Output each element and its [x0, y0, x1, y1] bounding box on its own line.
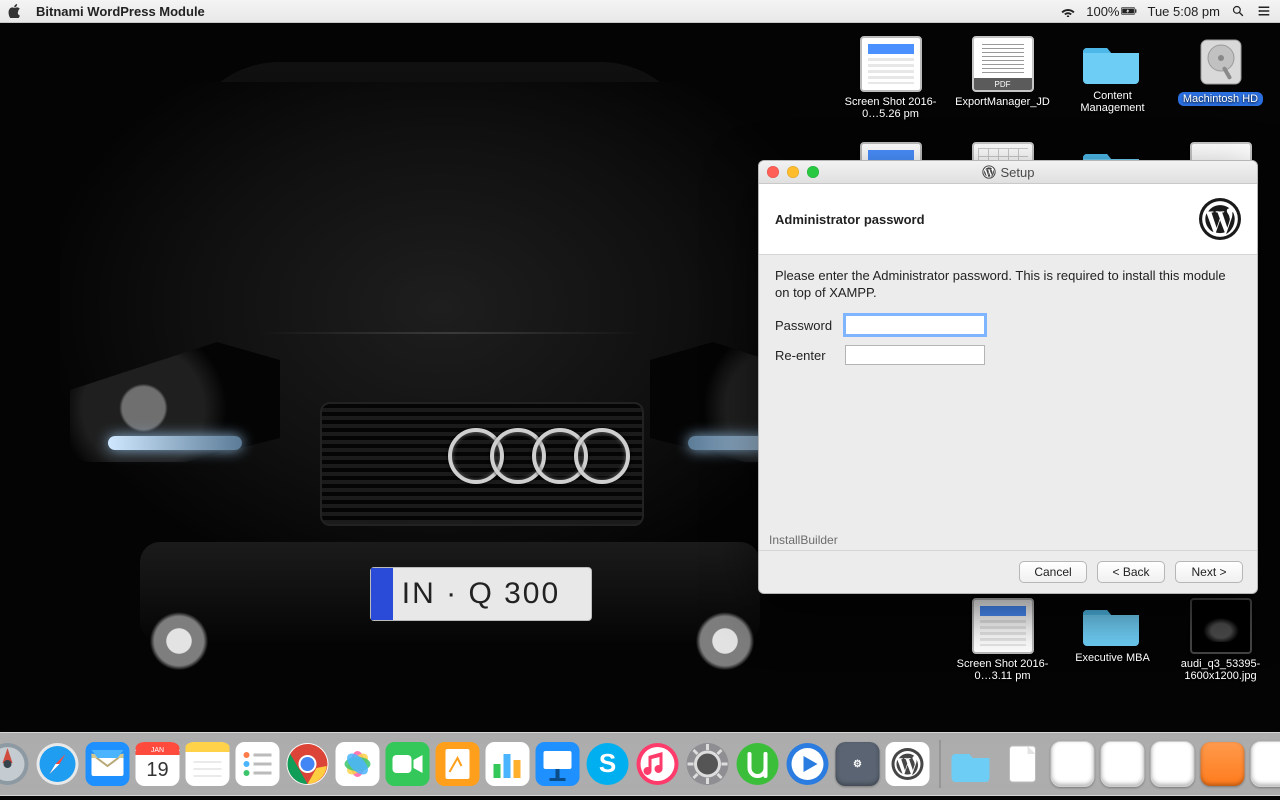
dock-settings-icon[interactable] [686, 742, 730, 786]
dock-minimized-window-1[interactable] [1051, 742, 1095, 786]
dock-skype-icon[interactable]: S [586, 742, 630, 786]
battery-percent-label: 100% [1086, 4, 1119, 19]
reenter-password-input[interactable] [845, 345, 985, 365]
window-title-text: Setup [1001, 165, 1035, 180]
svg-text:JAN: JAN [151, 747, 164, 754]
desktop-item-label: ExportManager_JD [955, 96, 1050, 108]
dock-minimized-xampp-icon[interactable] [1201, 742, 1245, 786]
dock-notes-icon[interactable] [186, 742, 230, 786]
dock-minimized-window-4[interactable] [1251, 742, 1280, 786]
desktop-item-label: Screen Shot 2016-0…5.26 pm [838, 96, 943, 120]
harddrive-icon [1195, 36, 1247, 88]
dock-calendar-icon[interactable]: JAN 19 [136, 742, 180, 786]
folder-icon [1083, 36, 1143, 86]
password-label: Password [775, 318, 837, 333]
dock-app-generic-1[interactable]: ⚙︎ [836, 742, 880, 786]
dock-document-icon[interactable] [1001, 742, 1045, 786]
screenshot-icon [972, 598, 1034, 654]
dock-safari-icon[interactable] [36, 742, 80, 786]
setup-header: Administrator password [759, 184, 1257, 255]
menubar: Bitnami WordPress Module 100% Tue 5:08 p… [0, 0, 1280, 23]
next-button[interactable]: Next > [1175, 561, 1243, 583]
setup-button-row: Cancel < Back Next > [759, 550, 1257, 593]
dock-facetime-icon[interactable] [386, 742, 430, 786]
dock-numbers-icon[interactable] [486, 742, 530, 786]
dock-launchpad-icon[interactable] [0, 742, 30, 786]
screenshot-icon [860, 36, 922, 92]
desktop-item-label: Machintosh HD [1178, 92, 1263, 106]
dock-downloads-folder-icon[interactable] [951, 742, 995, 786]
desktop-item-folder[interactable]: Content Management [1060, 36, 1165, 114]
notification-center-icon[interactable] [1256, 5, 1272, 17]
folder-icon [1083, 598, 1143, 648]
svg-text:S: S [599, 748, 616, 778]
desktop-item-folder[interactable]: Executive MBA [1060, 598, 1165, 664]
desktop-item-screenshot[interactable]: Screen Shot 2016-0…3.11 pm [950, 598, 1055, 682]
installer-brand-label: InstallBuilder [769, 533, 838, 547]
dock-minimized-window-3[interactable] [1151, 742, 1195, 786]
wifi-icon[interactable] [1060, 5, 1076, 17]
dock-chrome-icon[interactable] [286, 742, 330, 786]
desktop-item-screenshot[interactable]: Screen Shot 2016-0…5.26 pm [838, 36, 943, 120]
menubar-clock[interactable]: Tue 5:08 pm [1147, 4, 1220, 19]
apple-menu-icon[interactable] [8, 4, 22, 18]
battery-status[interactable]: 100% [1086, 4, 1137, 19]
dock-mail-icon[interactable] [86, 742, 130, 786]
wordpress-logo-icon [1199, 198, 1241, 240]
desktop-item-label: Content Management [1060, 90, 1165, 114]
password-input[interactable] [845, 315, 985, 335]
dock-mediaplayer-icon[interactable] [786, 742, 830, 786]
dock-minimized-window-2[interactable] [1101, 742, 1145, 786]
desktop-item-pdf[interactable]: ExportManager_JD [950, 36, 1055, 108]
dock-itunes-icon[interactable] [636, 742, 680, 786]
desktop-item-image[interactable]: audi_q3_53395-1600x1200.jpg [1168, 598, 1273, 682]
desktop-item-label: audi_q3_53395-1600x1200.jpg [1168, 658, 1273, 682]
desktop-item-label: Screen Shot 2016-0…3.11 pm [950, 658, 1055, 682]
dock: JAN 19 S ⚙︎ [0, 732, 1280, 796]
dock-pages-icon[interactable] [436, 742, 480, 786]
pdf-icon [972, 36, 1034, 92]
back-button[interactable]: < Back [1097, 561, 1165, 583]
spotlight-icon[interactable] [1230, 5, 1246, 17]
dock-wordpress-admin-icon[interactable] [886, 742, 930, 786]
desktop-item-harddrive[interactable]: Machintosh HD [1168, 36, 1273, 106]
desktop-item-label: Executive MBA [1075, 652, 1150, 664]
window-titlebar[interactable]: Setup [759, 161, 1257, 184]
setup-window: Setup Administrator password Please ente… [758, 160, 1258, 594]
image-icon [1190, 598, 1252, 654]
wordpress-icon [982, 165, 996, 179]
reenter-password-label: Re-enter [775, 348, 837, 363]
dock-reminders-icon[interactable] [236, 742, 280, 786]
active-app-name[interactable]: Bitnami WordPress Module [36, 4, 205, 19]
dock-separator [940, 740, 941, 788]
setup-instructions: Please enter the Administrator password.… [775, 267, 1241, 301]
dock-keynote-icon[interactable] [536, 742, 580, 786]
svg-text:19: 19 [146, 759, 168, 781]
cancel-button[interactable]: Cancel [1019, 561, 1087, 583]
setup-heading: Administrator password [775, 212, 925, 227]
dock-photos-icon[interactable] [336, 742, 380, 786]
dock-utorrent-icon[interactable] [736, 742, 780, 786]
